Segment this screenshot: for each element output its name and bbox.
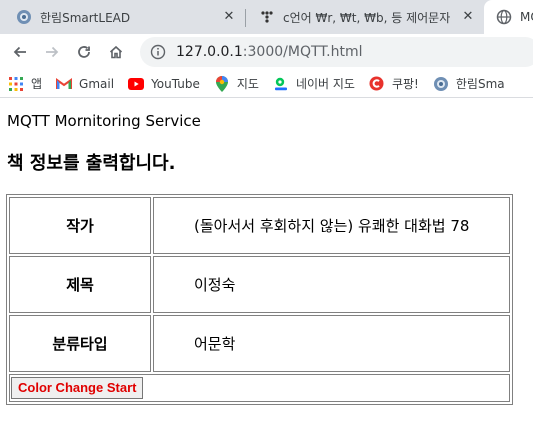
- bookmark-label: YouTube: [151, 76, 200, 91]
- bookmark-coupang[interactable]: 쿠팡!: [369, 75, 419, 92]
- tab-title: MQ: [520, 10, 533, 24]
- globe-icon: [496, 9, 512, 25]
- home-button[interactable]: [102, 38, 130, 66]
- row-value-category: 어문학: [153, 315, 510, 372]
- row-key-title: 제목: [9, 256, 151, 313]
- bookmark-label: 네이버 지도: [295, 77, 355, 91]
- color-change-start-button[interactable]: Color Change Start: [11, 377, 144, 399]
- arrow-right-icon: [46, 46, 59, 58]
- forward-button[interactable]: [38, 38, 66, 66]
- reload-icon: [78, 46, 90, 58]
- back-button[interactable]: [6, 38, 34, 66]
- bookmark-youtube[interactable]: YouTube: [128, 76, 200, 92]
- arrow-left-icon: [13, 46, 26, 58]
- tab-c-language[interactable]: c언어 ₩r, ₩t, ₩b, 등 제어문자 ✕: [247, 0, 484, 34]
- button-cell: Color Change Start: [9, 374, 510, 402]
- bookmark-label: 앱: [31, 77, 43, 91]
- tab-strip: 한림SmartLEAD ✕ c언어 ₩r, ₩t, ₩b, 등 제어문자 ✕ M…: [0, 0, 533, 34]
- reload-button[interactable]: [70, 38, 98, 66]
- row-key-author: 작가: [9, 197, 151, 254]
- button-row: Color Change Start: [9, 374, 510, 402]
- table-row: 제목 이정숙: [9, 256, 510, 313]
- url-path: :3000/MQTT.html: [242, 44, 363, 60]
- service-title: MQTT Mornitoring Service: [7, 112, 201, 130]
- bookmark-apps[interactable]: 앱: [8, 75, 42, 92]
- bookmark-label: Gmail: [79, 76, 115, 91]
- bookmark-label: 지도: [236, 77, 259, 91]
- book-info-table: 작가 (돌아서서 후회하지 않는) 유쾌한 대화법 78 제목 이정숙 분류타입…: [6, 194, 513, 405]
- bookmark-gmail[interactable]: Gmail: [56, 76, 114, 92]
- browser-toolbar: 127.0.0.1:3000/MQTT.html: [0, 34, 533, 70]
- table-row: 분류타입 어문학: [9, 315, 510, 372]
- close-tab-icon[interactable]: ✕: [460, 9, 476, 25]
- naver-map-icon: [273, 76, 289, 92]
- tab-divider: [245, 9, 246, 27]
- bookmark-hallym-smart[interactable]: 한림Sma: [433, 75, 505, 92]
- address-bar[interactable]: 127.0.0.1:3000/MQTT.html: [140, 37, 533, 67]
- url-host: 127.0.0.1: [176, 44, 243, 60]
- tab-mqtt-active[interactable]: MQ: [484, 0, 533, 34]
- tab-title: c언어 ₩r, ₩t, ₩b, 등 제어문자: [283, 10, 451, 25]
- tab-hallym-smartlead[interactable]: 한림SmartLEAD ✕: [0, 0, 245, 34]
- apps-grid-icon: [8, 76, 24, 92]
- address-url: 127.0.0.1:3000/MQTT.html: [176, 44, 363, 60]
- close-tab-icon[interactable]: ✕: [221, 9, 237, 25]
- globe-logo-icon: [16, 9, 32, 25]
- page-heading: 책 정보를 출력합니다.: [7, 153, 176, 174]
- bookmark-label: 쿠팡!: [391, 77, 419, 91]
- bookmark-google-maps[interactable]: 지도: [214, 75, 259, 92]
- row-key-category: 분류타입: [9, 315, 151, 372]
- bookmark-label: 한림Sma: [455, 77, 505, 91]
- globe-logo-icon: [433, 76, 449, 92]
- bookmarks-bar: 앱 Gmail YouTube 지도 네이버 지도 쿠팡! 한림Sma: [0, 70, 533, 98]
- youtube-icon: [128, 76, 145, 92]
- page-content: MQTT Mornitoring Service 책 정보를 출력합니다. 작가…: [0, 99, 533, 424]
- tistory-icon: [259, 9, 275, 25]
- info-icon[interactable]: [150, 44, 166, 60]
- row-value-author: (돌아서서 후회하지 않는) 유쾌한 대화법 78: [153, 197, 510, 254]
- table-row: 작가 (돌아서서 후회하지 않는) 유쾌한 대화법 78: [9, 197, 510, 254]
- home-icon: [109, 45, 123, 59]
- row-value-title: 이정숙: [153, 256, 510, 313]
- tab-title: 한림SmartLEAD: [40, 10, 131, 25]
- maps-pin-icon: [214, 75, 230, 92]
- gmail-icon: [56, 76, 73, 92]
- bookmark-naver-map[interactable]: 네이버 지도: [273, 75, 355, 92]
- coupang-icon: [369, 76, 385, 92]
